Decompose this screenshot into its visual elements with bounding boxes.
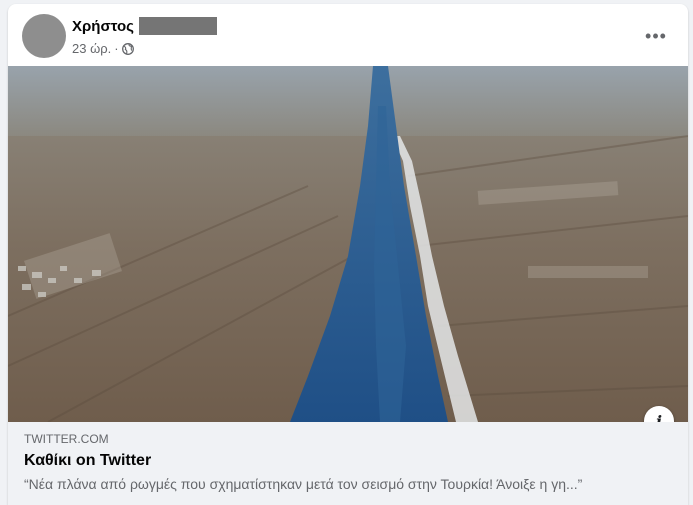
link-title[interactable]: Καθίκι on Twitter <box>24 452 151 470</box>
post-time[interactable]: 23 ώρ. <box>72 41 111 56</box>
post-card: Χρήστος 23 ώρ. · ••• i TWITTER.COM Καθίκ… <box>8 4 688 505</box>
globe-icon[interactable] <box>121 42 134 55</box>
link-domain: TWITTER.COM <box>24 432 109 446</box>
post-meta: 23 ώρ. · <box>72 41 134 56</box>
more-options-button[interactable]: ••• <box>638 22 674 50</box>
redacted-surname <box>138 17 217 35</box>
shared-video-thumbnail[interactable]: i <box>8 66 688 422</box>
post-header: Χρήστος 23 ώρ. · ••• <box>8 4 688 66</box>
link-description: “Νέα πλάνα από ρωγμές που σχηματίστηκαν … <box>24 476 583 492</box>
meta-separator: · <box>114 41 119 56</box>
author-name[interactable]: Χρήστος <box>72 18 134 35</box>
author-row: Χρήστος <box>72 17 217 35</box>
avatar[interactable] <box>22 14 66 58</box>
link-preview[interactable]: TWITTER.COM Καθίκι on Twitter “Νέα πλάνα… <box>8 422 688 505</box>
